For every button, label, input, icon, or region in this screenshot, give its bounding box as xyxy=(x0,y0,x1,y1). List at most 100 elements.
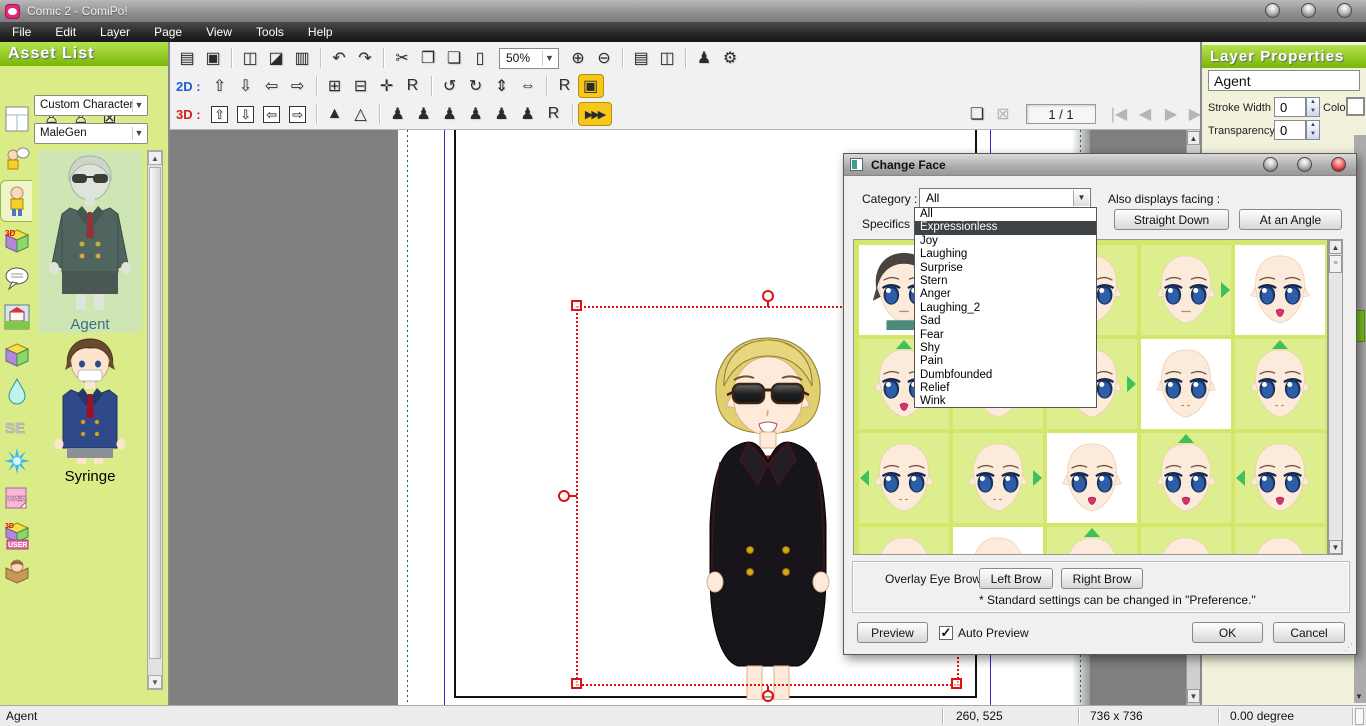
face-option[interactable] xyxy=(1141,527,1231,555)
scroll-down-icon[interactable]: ▼ xyxy=(148,675,162,689)
face-option[interactable] xyxy=(1047,527,1137,555)
scrollbar-thumb[interactable]: ≡ xyxy=(1329,255,1342,273)
tab-3d-scene[interactable]: 3D xyxy=(2,224,31,258)
face-option[interactable] xyxy=(1047,433,1137,523)
stroke-width-stepper[interactable]: ▲▼ xyxy=(1306,97,1320,117)
move-up-2d-icon[interactable]: ⇧ xyxy=(207,74,233,98)
face-option[interactable] xyxy=(1141,433,1231,523)
export-page-icon[interactable]: ◪ xyxy=(263,46,289,70)
cancel-button[interactable]: Cancel xyxy=(1273,622,1345,643)
dialog-title-bar[interactable]: Change Face xyxy=(844,154,1356,176)
asset-category-select[interactable]: Custom Character ▼ xyxy=(34,95,148,116)
face-option[interactable] xyxy=(953,433,1043,523)
move-down-3d-icon[interactable]: ⇩ xyxy=(233,102,259,126)
category-select[interactable]: All ▼ xyxy=(919,188,1091,208)
spin-figure-left-icon[interactable]: ♟ xyxy=(437,102,463,126)
face-category-option[interactable]: Stern xyxy=(915,275,1096,288)
print-icon[interactable]: ▥ xyxy=(289,46,315,70)
scroll-down-icon[interactable]: ▼ xyxy=(1329,540,1342,554)
move-right-3d-icon[interactable]: ⇨ xyxy=(285,102,311,126)
zoom-out-icon[interactable]: ⊖ xyxy=(591,46,617,70)
undo-icon[interactable]: ↶ xyxy=(326,46,352,70)
character-agent[interactable] xyxy=(690,332,846,700)
menu-edit[interactable]: Edit xyxy=(43,22,88,42)
character-mode-icon[interactable]: ♟ xyxy=(691,46,717,70)
face-option[interactable] xyxy=(1141,245,1231,335)
quick-action-icon[interactable]: ▶▶▶ xyxy=(578,102,612,126)
tab-water-drop[interactable] xyxy=(2,374,31,408)
tilt-figure-right-icon[interactable]: ♟ xyxy=(515,102,541,126)
facing-page-view-icon[interactable]: ◫ xyxy=(654,46,680,70)
left-brow-button[interactable]: Left Brow xyxy=(979,568,1053,589)
preview-button[interactable]: Preview xyxy=(857,622,928,643)
face-category-option[interactable]: Shy xyxy=(915,342,1096,355)
tab-user-3d[interactable]: USER3D xyxy=(2,518,31,552)
import-3d-icon[interactable]: ◫ xyxy=(237,46,263,70)
move-left-2d-icon[interactable]: ⇦ xyxy=(259,74,285,98)
menu-layer[interactable]: Layer xyxy=(88,22,142,42)
tab-panel-layout[interactable] xyxy=(2,102,31,136)
face-category-option[interactable]: All xyxy=(915,208,1096,221)
asset-item-agent[interactable]: Agent xyxy=(38,150,142,333)
face-option[interactable] xyxy=(1235,245,1325,335)
move-right-2d-icon[interactable]: ⇨ xyxy=(285,74,311,98)
save-icon[interactable]: ▣ xyxy=(200,46,226,70)
layer-name-field[interactable]: Agent xyxy=(1208,70,1360,91)
at-an-angle-button[interactable]: At an Angle xyxy=(1239,209,1342,230)
rotate-ccw-icon[interactable]: ↺ xyxy=(437,74,463,98)
asset-subcategory-select[interactable]: MaleGen ▼ xyxy=(34,123,148,144)
face-option[interactable] xyxy=(1235,339,1325,429)
selection-handle-bottom-right[interactable] xyxy=(951,678,962,689)
auto-preview-checkbox[interactable]: ✓ xyxy=(939,626,953,640)
face-category-option[interactable]: Anger xyxy=(915,288,1096,301)
straight-down-button[interactable]: Straight Down xyxy=(1114,209,1229,230)
tab-effect[interactable] xyxy=(2,444,31,478)
face-category-option[interactable]: Wink xyxy=(915,395,1096,408)
dialog-maximize-button[interactable] xyxy=(1297,157,1312,172)
tab-user-2d[interactable]: USER xyxy=(2,482,31,516)
enlarge-icon[interactable]: ⊞ xyxy=(322,74,348,98)
move-up-3d-icon[interactable]: ⇧ xyxy=(207,102,233,126)
rotation-handle-top[interactable] xyxy=(762,290,774,302)
close-button[interactable] xyxy=(1337,3,1352,18)
flip-horizontal-icon[interactable]: ⇔ xyxy=(515,74,541,98)
zoom-in-icon[interactable]: ⊕ xyxy=(565,46,591,70)
rotation-handle-bottom[interactable] xyxy=(762,690,774,702)
tab-character-talk[interactable] xyxy=(2,142,31,176)
move-closer-icon[interactable]: ▲ xyxy=(322,102,348,126)
tab-balloon[interactable] xyxy=(2,262,31,296)
scroll-up-icon[interactable]: ▲ xyxy=(1187,131,1200,145)
fit-to-frame-icon[interactable]: ▣ xyxy=(578,74,604,98)
menu-help[interactable]: Help xyxy=(296,22,345,42)
face-category-option[interactable]: Laughing_2 xyxy=(915,302,1096,315)
face-category-option[interactable]: Laughing xyxy=(915,248,1096,261)
flip-vertical-icon[interactable]: ⇕ xyxy=(489,74,515,98)
menu-file[interactable]: File xyxy=(0,22,43,42)
add-page-icon[interactable]: ❏ xyxy=(964,102,990,126)
dialog-close-button[interactable] xyxy=(1331,157,1346,172)
face-category-option[interactable]: Sad xyxy=(915,315,1096,328)
open-icon[interactable]: ▤ xyxy=(174,46,200,70)
delete-icon[interactable]: ▯ xyxy=(467,46,493,70)
reset-scale-icon[interactable]: R xyxy=(400,74,426,98)
transparency-field[interactable]: 0 xyxy=(1274,120,1306,140)
rotation-handle-left[interactable] xyxy=(558,490,570,502)
face-category-option[interactable]: Fear xyxy=(915,329,1096,342)
tab-sound-effect[interactable]: SE xyxy=(2,410,31,444)
face-grid-scrollbar[interactable]: ▲ ≡ ▼ xyxy=(1328,239,1343,555)
menu-view[interactable]: View xyxy=(194,22,244,42)
scrollbar-thumb[interactable] xyxy=(149,167,161,659)
tab-item[interactable] xyxy=(2,338,31,372)
minimize-button[interactable] xyxy=(1265,3,1280,18)
tab-user-character[interactable] xyxy=(2,554,31,588)
copy-icon[interactable]: ❐ xyxy=(415,46,441,70)
reset-rotation-icon[interactable]: R xyxy=(552,74,578,98)
face-option[interactable] xyxy=(1235,433,1325,523)
face-option[interactable] xyxy=(953,527,1043,555)
face-category-option[interactable]: Surprise xyxy=(915,262,1096,275)
move-down-2d-icon[interactable]: ⇩ xyxy=(233,74,259,98)
spin-figure-right-icon[interactable]: ♟ xyxy=(463,102,489,126)
single-page-view-icon[interactable]: ▤ xyxy=(628,46,654,70)
face-category-option[interactable]: Pain xyxy=(915,355,1096,368)
rotate-figure-right-icon[interactable]: ♟ xyxy=(411,102,437,126)
